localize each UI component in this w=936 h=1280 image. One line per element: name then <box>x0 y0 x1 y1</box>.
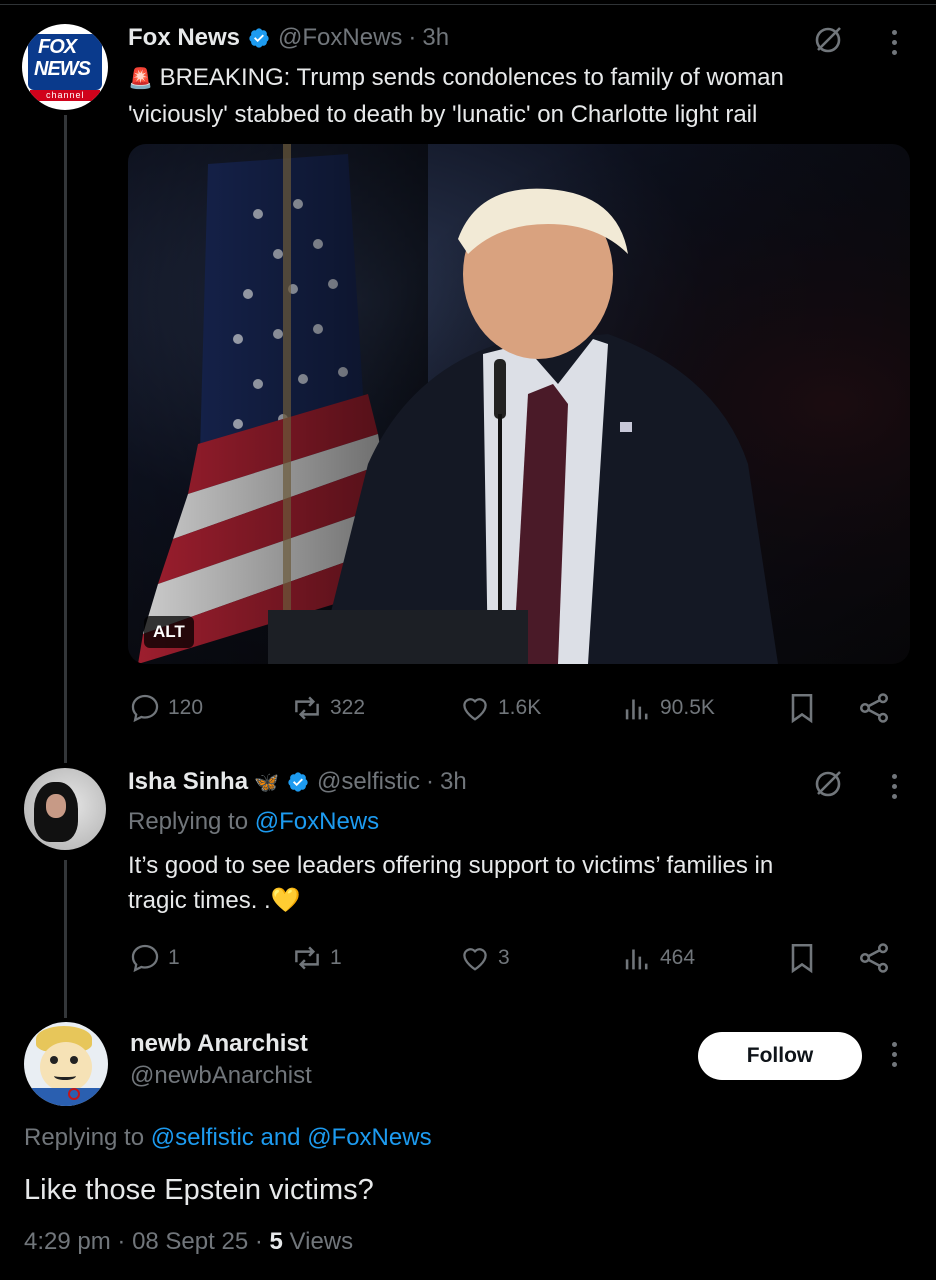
author-handle[interactable]: @FoxNews <box>278 24 402 52</box>
tweet-time[interactable]: 3h <box>440 768 467 796</box>
verified-icon <box>249 28 269 48</box>
replying-label: Replying to <box>128 808 249 835</box>
grok-icon[interactable] <box>810 22 846 58</box>
separator-dot: · <box>254 1228 263 1255</box>
tweet-text-line: It’s good to see leaders offering suppor… <box>128 852 774 879</box>
repost-count: 1 <box>330 946 342 969</box>
siren-emoji: 🚨 <box>128 68 153 90</box>
tweet-actions: 1 1 3 464 <box>128 938 898 978</box>
thread-connector <box>64 115 67 763</box>
views-icon <box>625 949 648 970</box>
alt-badge[interactable]: ALT <box>144 616 194 648</box>
repost-icon <box>295 946 319 970</box>
follow-button[interactable]: Follow <box>698 1032 862 1080</box>
views-button[interactable]: 464 <box>620 938 695 978</box>
tweet-text: Like those Epstein victims? <box>24 1174 374 1206</box>
share-icon[interactable] <box>856 690 892 726</box>
avatar-newbanarchist[interactable] <box>24 1022 108 1106</box>
tweet-date[interactable]: 08 Sept 25 <box>132 1228 248 1255</box>
tweet-time[interactable]: 4:29 pm <box>24 1228 111 1255</box>
tweet-actions: 120 322 1.6K 90.5K <box>128 688 898 728</box>
avatar-foxnews[interactable]: FOX NEWS channel <box>22 24 108 110</box>
reply-button[interactable]: 1 <box>128 938 180 978</box>
share-icon[interactable] <box>856 940 892 976</box>
fox-logo-text: FOX <box>38 36 77 58</box>
tweet-text-line: tragic times. .💛 <box>128 887 301 914</box>
reply-icon <box>131 944 159 973</box>
author-name[interactable]: Fox News <box>128 24 240 52</box>
repost-button[interactable]: 322 <box>290 688 365 728</box>
avatar-isha[interactable] <box>24 768 106 850</box>
photo-illustration <box>128 144 910 664</box>
views-label: Views <box>289 1228 354 1255</box>
replying-to-link[interactable]: @FoxNews <box>255 808 379 835</box>
views-count: 464 <box>660 946 696 969</box>
like-button[interactable]: 1.6K <box>458 688 541 728</box>
grok-icon[interactable] <box>810 766 846 802</box>
views-count: 90.5K <box>660 696 715 719</box>
repost-count: 322 <box>330 696 366 719</box>
like-count: 1.6K <box>498 696 542 719</box>
like-icon <box>463 948 487 971</box>
views-icon <box>625 699 648 720</box>
replying-and: and <box>260 1124 301 1151</box>
separator-dot: · <box>426 768 434 795</box>
reply-count: 120 <box>168 696 204 719</box>
reply-icon <box>131 694 159 723</box>
replying-to-link[interactable]: @selfistic <box>151 1124 254 1151</box>
replying-to-link[interactable]: @FoxNews <box>307 1124 431 1151</box>
tweet-text: BREAKING: Trump sends condolences to fam… <box>128 64 784 128</box>
reply-count: 1 <box>168 946 180 969</box>
replying-label: Replying to <box>24 1124 145 1151</box>
author-name[interactable]: Isha Sinha <box>128 768 248 796</box>
fox-logo-text: NEWS <box>34 58 91 80</box>
repost-button[interactable]: 1 <box>290 938 342 978</box>
separator-dot: · <box>408 24 417 51</box>
verified-icon <box>288 772 308 792</box>
author-handle[interactable]: @selfistic <box>317 768 420 796</box>
like-icon <box>463 698 487 721</box>
repost-icon <box>295 696 319 720</box>
more-icon[interactable] <box>892 1042 898 1072</box>
like-count: 3 <box>498 946 510 969</box>
tweet-photo[interactable]: ALT <box>128 144 910 664</box>
bookmark-icon[interactable] <box>784 940 820 976</box>
reply-button[interactable]: 120 <box>128 688 203 728</box>
fox-logo-text: channel <box>46 90 85 100</box>
more-icon[interactable] <box>892 30 898 60</box>
views-button[interactable]: 90.5K <box>620 688 715 728</box>
butterfly-emoji: 🦋 <box>254 771 279 794</box>
bookmark-icon[interactable] <box>784 690 820 726</box>
like-button[interactable]: 3 <box>458 938 510 978</box>
views-count[interactable]: 5 <box>270 1228 283 1255</box>
more-icon[interactable] <box>892 774 898 804</box>
author-name[interactable]: newb Anarchist <box>130 1030 312 1058</box>
author-handle[interactable]: @newbAnarchist <box>130 1062 312 1090</box>
tweet-time[interactable]: 3h <box>422 24 449 52</box>
separator-dot: · <box>117 1228 126 1255</box>
thread-connector <box>64 860 67 1018</box>
top-divider <box>0 4 936 5</box>
